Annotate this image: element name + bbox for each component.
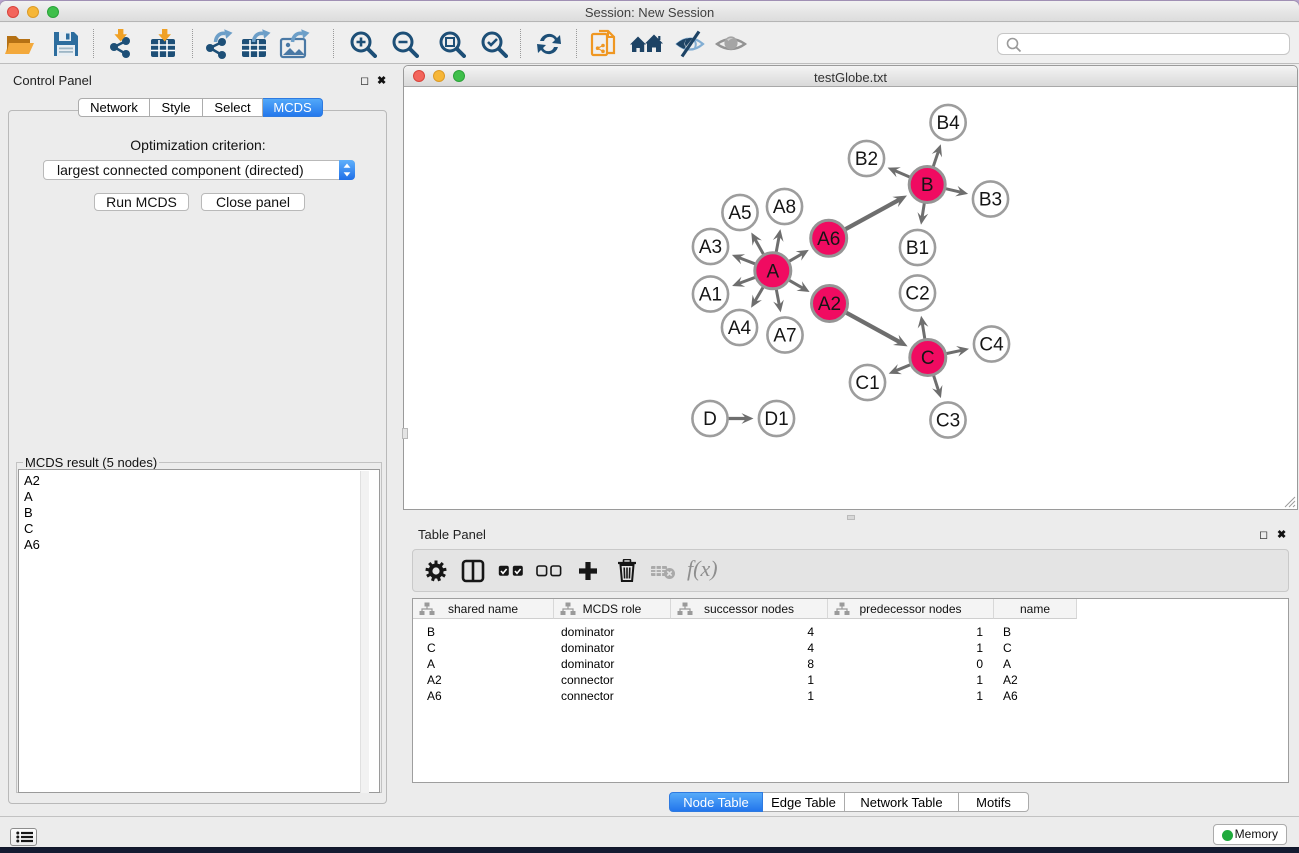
svg-text:C1: C1: [855, 373, 879, 394]
svg-text:D1: D1: [764, 409, 788, 430]
svg-text:A1: A1: [699, 285, 722, 306]
svg-text:B3: B3: [979, 190, 1002, 211]
svg-text:B: B: [921, 175, 934, 196]
svg-text:C4: C4: [979, 335, 1004, 356]
svg-text:B4: B4: [936, 113, 960, 134]
svg-text:B2: B2: [855, 149, 878, 170]
svg-text:C: C: [921, 348, 935, 369]
svg-text:A: A: [766, 261, 779, 282]
svg-text:C3: C3: [936, 411, 960, 432]
svg-text:A6: A6: [817, 229, 840, 250]
svg-text:B1: B1: [906, 238, 929, 259]
svg-text:A2: A2: [818, 294, 841, 315]
svg-text:A3: A3: [699, 237, 722, 258]
svg-text:A8: A8: [773, 197, 796, 218]
svg-text:D: D: [703, 409, 717, 430]
svg-text:A4: A4: [728, 318, 752, 339]
svg-text:A5: A5: [728, 203, 751, 224]
svg-text:C2: C2: [905, 284, 929, 305]
svg-text:A7: A7: [773, 326, 796, 347]
